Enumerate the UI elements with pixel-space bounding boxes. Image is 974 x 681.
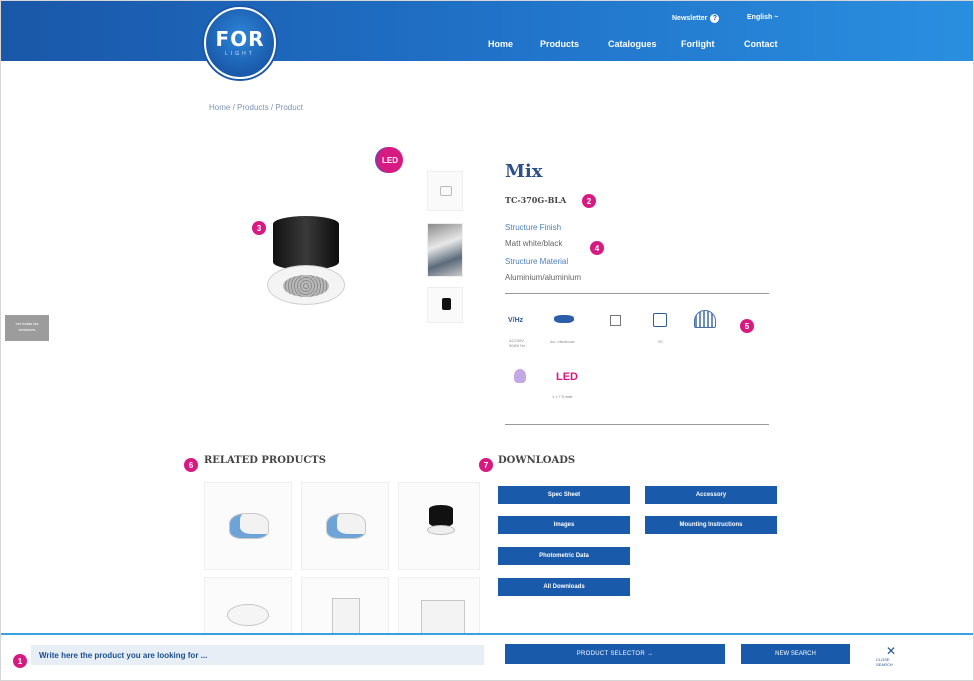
- led-badge: LED: [377, 147, 403, 173]
- language-label[interactable]: English ~: [747, 14, 778, 21]
- annotation-marker: 7: [479, 458, 493, 472]
- spec-key-material: Structure Material: [505, 257, 569, 266]
- download-photometric-button[interactable]: Photometric Data: [498, 547, 630, 565]
- annotation-marker: 5: [740, 319, 754, 333]
- download-spec-sheet-button[interactable]: Spec Sheet: [498, 486, 630, 504]
- voltage-hz-icon: V/Hz: [508, 317, 524, 324]
- breadcrumb-products[interactable]: Products: [237, 103, 269, 112]
- product-thumbnail: [326, 513, 366, 539]
- spec-key-finish: Structure Finish: [505, 223, 562, 232]
- led-label: 1 x 7.5 watt: [552, 394, 573, 399]
- thumbnail-ambient[interactable]: [427, 223, 463, 277]
- annotation-marker: 2: [582, 194, 596, 208]
- breadcrumb-separator: /: [270, 103, 274, 112]
- bulb-icon: [514, 369, 526, 383]
- mini-lamp-icon: [442, 298, 451, 310]
- close-icon[interactable]: ✕: [886, 645, 896, 657]
- breadcrumb: Home / Products / Product: [209, 103, 303, 112]
- product-main-image: [263, 211, 353, 311]
- language-selector[interactable]: English ~: [747, 14, 778, 21]
- download-mounting-button[interactable]: Mounting Instructions: [645, 516, 777, 534]
- product-code: TC-370G-BLA: [505, 195, 567, 205]
- fixture-drawing-icon: [440, 186, 452, 196]
- ip-label: 20: [658, 339, 663, 344]
- page: Newsletter ? English ~ Home Products Cat…: [0, 0, 974, 681]
- newsletter-label[interactable]: Newsletter: [672, 15, 707, 22]
- thumbnail-product[interactable]: [427, 287, 463, 323]
- newsletter-link[interactable]: Newsletter ?: [672, 14, 720, 23]
- lamp-body: [273, 216, 339, 270]
- driver-label: Inc. electronic: [550, 339, 575, 344]
- breadcrumb-home[interactable]: Home: [209, 103, 230, 112]
- side-versions-tab[interactable]: ver todas las versiones: [5, 315, 49, 341]
- divider: [505, 424, 769, 425]
- related-product-card[interactable]: [398, 482, 480, 570]
- annotation-marker: 4: [590, 241, 604, 255]
- annotation-marker: 1: [13, 654, 27, 668]
- logo-subtext: LIGHT: [225, 51, 255, 57]
- breadcrumb-product: Product: [275, 103, 303, 112]
- product-selector-button[interactable]: PRODUCT SELECTOR →: [505, 644, 725, 664]
- nav-home[interactable]: Home: [488, 39, 513, 49]
- annotation-marker: 6: [184, 458, 198, 472]
- new-search-button[interactable]: NEW SEARCH: [741, 644, 850, 664]
- download-images-button[interactable]: Images: [498, 516, 630, 534]
- site-logo[interactable]: FOR LIGHT: [204, 7, 276, 79]
- spec-value-material: Aluminium/aluminium: [505, 273, 582, 282]
- annotation-marker: 3: [252, 221, 266, 235]
- class-icon: [610, 315, 621, 326]
- help-icon[interactable]: ?: [710, 14, 720, 23]
- related-product-card[interactable]: [301, 482, 389, 570]
- product-thumbnail: [229, 513, 269, 539]
- nav-contact[interactable]: Contact: [744, 39, 778, 49]
- spec-value-finish: Matt white/black: [505, 239, 563, 248]
- thumbnail-drawing[interactable]: [427, 171, 463, 211]
- ip-icon: [653, 313, 667, 327]
- nav-products[interactable]: Products: [540, 39, 579, 49]
- led-icon: LED: [556, 371, 578, 383]
- product-thumbnail-ring: [427, 525, 455, 535]
- voltage-label: AC230V 50/60 Hz: [509, 338, 526, 348]
- breadcrumb-separator: /: [232, 103, 235, 112]
- close-search-label: CLOSE SEARCH: [876, 657, 893, 667]
- nav-forlight[interactable]: Forlight: [681, 39, 715, 49]
- top-header: Newsletter ? English ~ Home Products Cat…: [1, 1, 973, 61]
- lamp-grill: [283, 275, 329, 297]
- logo-text: FOR: [215, 27, 265, 51]
- product-thumbnail: [227, 604, 269, 626]
- download-all-button[interactable]: All Downloads: [498, 578, 630, 596]
- driver-icon: [554, 315, 574, 323]
- download-accessory-button[interactable]: Accessory: [645, 486, 777, 504]
- divider: [505, 293, 769, 294]
- nav-catalogues[interactable]: Catalogues: [608, 39, 657, 49]
- product-title: Mix: [505, 161, 543, 182]
- close-search-button[interactable]: ✕ CLOSE SEARCH: [876, 645, 906, 667]
- related-products-heading: RELATED PRODUCTS: [204, 455, 326, 466]
- related-product-card[interactable]: [204, 482, 292, 570]
- downloads-heading: DOWNLOADS: [498, 455, 576, 466]
- product-search-input[interactable]: [31, 645, 484, 665]
- product-thumbnail: [429, 505, 453, 527]
- dome-icon: [694, 310, 716, 328]
